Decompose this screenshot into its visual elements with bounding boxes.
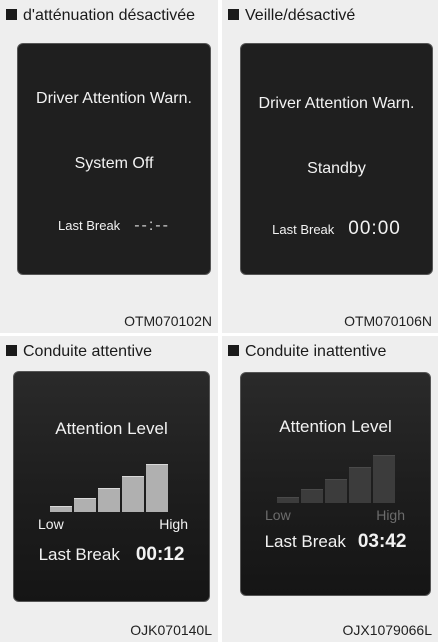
attention-bar bbox=[349, 467, 371, 503]
low-label: Low bbox=[38, 516, 64, 532]
last-break-row: Last Break 00:00 bbox=[241, 218, 432, 240]
system-status: Standby bbox=[307, 160, 366, 177]
high-label: High bbox=[159, 516, 188, 532]
low-label: Low bbox=[265, 507, 291, 523]
attention-bar bbox=[301, 489, 323, 503]
last-break-row: Last Break 00:12 bbox=[14, 544, 209, 566]
panel-inattentive: Conduite inattentive Attention Level Low… bbox=[222, 336, 438, 642]
attention-bar bbox=[146, 464, 168, 512]
last-break-row: Last Break 03:42 bbox=[241, 531, 430, 553]
last-break-label: Last Break bbox=[58, 218, 121, 233]
square-bullet-icon bbox=[6, 345, 17, 356]
attention-bar bbox=[50, 506, 72, 512]
attention-bar bbox=[98, 488, 120, 512]
cluster-display: Driver Attention Warn. Standby Last Brea… bbox=[240, 43, 433, 275]
attention-bar bbox=[373, 455, 395, 503]
attention-scale-labels: Low High bbox=[38, 516, 188, 532]
figure-code: OTM070102N bbox=[124, 313, 212, 329]
panel-system-off: d'atténuation désactivée Driver Attentio… bbox=[0, 0, 218, 333]
square-bullet-icon bbox=[6, 9, 17, 20]
last-break-label: Last Break bbox=[38, 545, 120, 564]
panel-attentive: Conduite attentive Attention Level Low H… bbox=[0, 336, 218, 642]
high-label: High bbox=[376, 507, 405, 523]
last-break-time: 00:12 bbox=[135, 544, 185, 565]
last-break-time: 00:00 bbox=[348, 218, 401, 239]
attention-level-title: Attention Level bbox=[55, 419, 168, 438]
square-bullet-icon bbox=[228, 345, 239, 356]
last-break-time: --:-- bbox=[134, 217, 170, 234]
panel-caption: Veille/désactivé bbox=[228, 8, 434, 24]
system-status: System Off bbox=[74, 155, 154, 172]
attention-bar bbox=[325, 479, 347, 503]
display-title: Driver Attention Warn. bbox=[36, 90, 192, 107]
last-break-row: Last Break --:-- bbox=[18, 217, 210, 235]
attention-scale-labels: Low High bbox=[265, 507, 405, 523]
panel-standby: Veille/désactivé Driver Attention Warn. … bbox=[222, 0, 438, 333]
last-break-label: Last Break bbox=[264, 532, 346, 551]
display-title: Driver Attention Warn. bbox=[258, 95, 415, 112]
attention-bar bbox=[122, 476, 144, 512]
last-break-time: 03:42 bbox=[357, 531, 407, 552]
cluster-display: Attention Level Low High Last Break 00:1… bbox=[13, 371, 210, 602]
figure-code: OTM070106N bbox=[344, 313, 432, 329]
figure-code: OJX1079066L bbox=[342, 622, 432, 638]
attention-bar bbox=[74, 498, 96, 512]
attention-level-bars bbox=[277, 455, 395, 503]
attention-bar bbox=[277, 497, 299, 503]
figure-code: OJK070140L bbox=[130, 622, 212, 638]
panel-caption: d'atténuation désactivée bbox=[6, 8, 214, 24]
last-break-label: Last Break bbox=[272, 222, 335, 237]
cluster-display: Attention Level Low High Last Break 03:4… bbox=[240, 372, 431, 596]
square-bullet-icon bbox=[228, 9, 239, 20]
attention-level-title: Attention Level bbox=[279, 417, 392, 436]
panel-caption: Conduite inattentive bbox=[228, 344, 434, 360]
cluster-display: Driver Attention Warn. System Off Last B… bbox=[17, 43, 211, 275]
panel-caption: Conduite attentive bbox=[6, 344, 214, 360]
attention-level-bars bbox=[50, 464, 168, 512]
